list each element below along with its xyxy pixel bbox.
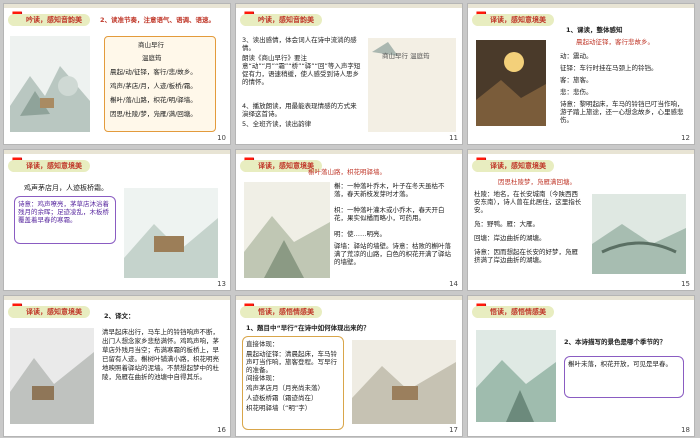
slide-heading: 槲叶落山路，枳花明驿墙。 — [308, 168, 386, 176]
note-item: 诗意：因而想起在长安的好梦，凫雁挤满了岸边曲折的湖塘。 — [474, 248, 578, 264]
section-banner: 译读，感知意境美 — [472, 14, 554, 26]
poem-meaning: 诗意：鸡声嘹亮，茅草店沐浴着残月的余晖；足迹凌乱，木板桥覆盖着早春的寒霜。 — [18, 200, 109, 224]
slide-number: 13 — [217, 280, 226, 288]
slide-number: 17 — [449, 426, 458, 434]
note-item: 明：使……明亮。 — [334, 230, 386, 238]
slide-heading: 2、读准节奏，注意语气、语调、语速。 — [100, 16, 216, 24]
landscape-painting — [352, 340, 456, 424]
poem-line: 因思/杜陵/梦，凫雁/满/回塘。 — [110, 110, 197, 118]
note-item: 诗意：黎明起床，车马的铃铛已叮当作响，游子踏上旅途，还一心想念故乡，心里感悲伤。 — [560, 100, 684, 124]
note-item: 枳：一种落叶灌木或小乔木，春天开白花，果实似橘而略小，可药用。 — [334, 206, 445, 222]
question-text: 1、题目中“早行”在诗中如何体现出来的？ — [246, 324, 370, 332]
note-item: 驿墙：驿站的墙壁。诗意：枯败的槲叶落满了荒凉的山路，白色的枳花开满了驿站的墙壁。 — [334, 242, 451, 266]
answer-item: 间接体现： — [246, 374, 279, 382]
answer-item: 鸡声茅店月（月亮尚未落） — [246, 384, 324, 392]
slide-thumbnail-18[interactable]: 🧧 悟读，感悟情感美 2、本诗描写的景色是哪个季节的？ 槲叶未落，枳花开放，可见… — [468, 296, 694, 436]
note-item: 客：旅客。 — [560, 76, 593, 84]
section-banner: 吟读，感知音韵美 — [8, 14, 90, 26]
slide-heading: 1、课读，整体感知 — [566, 26, 623, 34]
section-banner: 吟读，感知音韵美 — [240, 14, 322, 26]
slide-number: 10 — [217, 134, 226, 142]
poem-title: 商山早行 — [138, 41, 164, 49]
landscape-painting — [10, 328, 94, 424]
instruction-text: 4、播放朗读，用最能表现情感的方式来演绎这首诗。 — [242, 102, 357, 118]
note-item: 征铎：车行时挂在马颈上的铃铛。 — [560, 64, 658, 72]
slide-top-bar — [4, 4, 230, 8]
slide-number: 18 — [681, 426, 690, 434]
landscape-painting — [476, 40, 546, 126]
poem-line: 晨起动征铎，客行悲故乡。 — [576, 38, 654, 46]
landscape-painting — [124, 188, 218, 278]
note-item: 回塘：岸边曲折的湖塘。 — [474, 234, 546, 242]
note-item: 杜陵：地名，在长安城南（今陕西西安东南），诗人曾在此居住，这里指长安。 — [474, 190, 582, 214]
landscape-painting — [244, 182, 330, 278]
note-item: 悲：悲伤。 — [560, 88, 593, 96]
slide-number: 14 — [449, 280, 458, 288]
slide-thumbnail-17[interactable]: 🧧 悟读，感悟情感美 1、题目中“早行”在诗中如何体现出来的？ 直接体现： 晨起… — [236, 296, 462, 436]
landscape-painting — [592, 194, 686, 274]
slide-top-bar — [468, 4, 694, 8]
slide-top-bar — [468, 296, 694, 300]
section-banner: 译读，感知意境美 — [472, 160, 554, 172]
note-item: 槲：一种落叶乔木，叶子在冬天虽枯不落，春天新枝发芽时才落。 — [334, 182, 445, 198]
slide-number: 12 — [681, 134, 690, 142]
slide-thumbnail-10[interactable]: 🧧 吟读，感知音韵美 2、读准节奏，注意语气、语调、语速。 商山早行 温庭筠 晨… — [4, 4, 230, 144]
answer-item: 直接体现： — [246, 340, 279, 348]
slide-heading: 2、译文： — [104, 312, 135, 320]
translation-text: 清早起床出行，马车上的铃铛响声不断，出门人想念家乡悲愁满怀。鸡鸣声响，茅草店外残… — [102, 328, 219, 381]
slide-thumbnail-14[interactable]: 🧧 译读，感知意境美 槲叶落山路，枳花明驿墙。 槲：一种落叶乔木，叶子在冬天虽枯… — [236, 150, 462, 290]
answer-text: 槲叶未落，枳花开放，可见是早春。 — [568, 360, 672, 368]
slide-top-bar — [4, 296, 230, 300]
section-banner: 译读，感知意境美 — [8, 160, 90, 172]
section-banner: 译读，感知意境美 — [8, 306, 90, 318]
slide-number: 16 — [217, 426, 226, 434]
landscape-painting — [10, 36, 90, 132]
poem-line: 槲叶/落/山路，枳花/明/驿墙。 — [110, 96, 197, 104]
slide-sorter-grid: 🧧 吟读，感知音韵美 2、读准节奏，注意语气、语调、语速。 商山早行 温庭筠 晨… — [0, 0, 700, 438]
section-banner: 悟读，感悟情感美 — [472, 306, 554, 318]
poem-author: 温庭筠 — [142, 54, 162, 62]
instruction-text: 3、读出感情，体会词人在诗中流淌的感情。 — [242, 36, 357, 52]
slide-number: 15 — [681, 280, 690, 288]
slide-heading: 鸡声茅店月，人迹板桥霜。 — [24, 184, 108, 192]
poem-line: 晨起/动/征铎，客行/悲/故乡。 — [110, 68, 197, 76]
slide-top-bar — [236, 4, 462, 8]
slide-heading: 因思杜陵梦，凫雁满回塘。 — [498, 178, 576, 186]
poem-line: 鸡声/茅店/月，人迹/板桥/霜。 — [110, 82, 197, 90]
question-text: 2、本诗描写的景色是哪个季节的？ — [564, 338, 667, 346]
calligraphy-title: 商山早行 温庭筠 — [382, 52, 430, 60]
landscape-painting — [476, 330, 556, 422]
slide-top-bar — [236, 150, 462, 154]
slide-top-bar — [468, 150, 694, 154]
answer-item: 枳花明驿墙（“明”字） — [246, 404, 312, 412]
slide-thumbnail-12[interactable]: 🧧 译读，感知意境美 1、课读，整体感知 晨起动征铎，客行悲故乡。 动：震动。 … — [468, 4, 694, 144]
slide-top-bar — [236, 296, 462, 300]
slide-thumbnail-15[interactable]: 🧧 译读，感知意境美 因思杜陵梦，凫雁满回塘。 杜陵：地名，在长安城南（今陕西西… — [468, 150, 694, 290]
slide-thumbnail-11[interactable]: 🧧 吟读，感知音韵美 3、读出感情，体会词人在诗中流淌的感情。 朗读《商山早行》… — [236, 4, 462, 144]
answer-item: 人迹板桥霜（霜迹尚在） — [246, 394, 318, 402]
instruction-text: 朗读《商山早行》要注意“动”“月”“霜”“桥”“驿”“回”等入声字短促有力，语速… — [242, 54, 361, 86]
slide-thumbnail-13[interactable]: 🧧 译读，感知意境美 鸡声茅店月，人迹板桥霜。 诗意：鸡声嘹亮，茅草店沐浴着残月… — [4, 150, 230, 290]
slide-number: 11 — [449, 134, 458, 142]
section-banner: 悟读，感悟情感美 — [240, 306, 322, 318]
slide-thumbnail-16[interactable]: 🧧 译读，感知意境美 2、译文： 清早起床出行，马车上的铃铛响声不断，出门人想念… — [4, 296, 230, 436]
answer-item: 晨起动征铎：清晨起床，车马铃声叮当作响，旅客登程。写早行的准备。 — [246, 350, 337, 374]
slide-top-bar — [4, 150, 230, 154]
note-item: 凫：野鸭。雁：大雁。 — [474, 220, 539, 228]
instruction-text: 5、全班齐读，读出韵律 — [242, 120, 312, 128]
note-item: 动：震动。 — [560, 52, 593, 60]
